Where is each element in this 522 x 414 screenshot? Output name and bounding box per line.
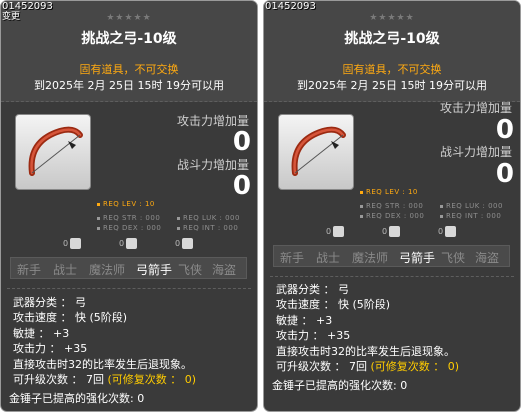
attack-speed: 攻击速度 ： 快 (5阶段) xyxy=(13,311,128,325)
item-stats: 武器分类 ： 弓 攻击速度 ： 快 (5阶段) 敏捷 ： +3 攻击力 ： +3… xyxy=(13,295,196,387)
job-icon-2: 0 xyxy=(119,238,138,249)
bow-icon xyxy=(291,126,346,176)
job-glyph-icon xyxy=(333,226,345,237)
class-beginner: 新手 xyxy=(280,251,305,265)
req-level: REQ LEV : 10 xyxy=(97,200,155,208)
req-luk: REQ LUK : 000 xyxy=(177,214,240,222)
job-glyph-icon xyxy=(126,238,138,249)
expiry-date: 到2025年 2月 25日 15时 19分可以用 xyxy=(34,79,224,92)
tooltip-header: 01452093 变更 ★★★★★ 挑战之弓-10级 固有道具，不可交换 到20… xyxy=(1,1,257,102)
bow-icon xyxy=(28,126,83,176)
enhance-count: 金锤子已提高的强化次数: 0 xyxy=(9,392,145,405)
class-bowman: 弓箭手 xyxy=(136,263,173,277)
attack-stat: 攻击力 ： +35 xyxy=(276,329,351,343)
weapon-type: 武器分类 ： 弓 xyxy=(13,296,86,309)
class-pirate: 海盗 xyxy=(212,263,237,277)
item-tooltip-right: 01452093 ★★★★★ 挑战之弓-10级 固有道具，不可交换 到2025年… xyxy=(263,0,521,412)
class-thief: 飞侠 xyxy=(441,251,466,265)
req-luk: REQ LUK : 000 xyxy=(440,202,503,210)
job-glyph-icon xyxy=(182,238,194,249)
req-dex: REQ DEX : 000 xyxy=(97,224,161,232)
tooltip-header: 01452093 ★★★★★ 挑战之弓-10级 固有道具，不可交换 到2025年… xyxy=(264,1,520,102)
class-requirement-bar: 新手 战士 魔法师 弓箭手 飞侠 海盗 xyxy=(273,245,510,267)
item-tooltip-left: 01452093 变更 ★★★★★ 挑战之弓-10级 固有道具，不可交换 到20… xyxy=(0,0,258,412)
class-beginner: 新手 xyxy=(17,263,42,277)
req-int: REQ INT : 000 xyxy=(440,212,501,220)
req-str: REQ STR : 000 xyxy=(97,214,160,222)
job-icon-2: 0 xyxy=(382,226,401,237)
attack-increase-value: 0 xyxy=(232,127,251,157)
item-title: 挑战之弓-10级 xyxy=(81,31,177,47)
weapon-type: 武器分类 ： 弓 xyxy=(276,283,349,296)
attack-stat: 攻击力 ： +35 xyxy=(13,342,88,356)
item-icon-frame xyxy=(15,114,91,190)
req-int: REQ INT : 000 xyxy=(177,224,238,232)
section-divider xyxy=(7,288,251,289)
battle-increase-label: 战斗力增加量 xyxy=(439,145,512,159)
attack-speed: 攻击速度 ： 快 (5阶段) xyxy=(276,298,391,312)
knockback-note: 直接攻击时32的比率发生后退现象。 xyxy=(276,344,455,358)
knockback-note: 直接攻击时32的比率发生后退现象。 xyxy=(13,357,192,371)
star-rating: ★★★★★ xyxy=(369,13,415,23)
item-id: 01452093 xyxy=(265,1,316,12)
class-warrior: 战士 xyxy=(53,263,78,277)
job-glyph-icon xyxy=(445,226,457,237)
job-glyph-icon xyxy=(70,238,82,249)
req-str: REQ STR : 000 xyxy=(360,202,423,210)
class-magician: 魔法师 xyxy=(352,251,389,265)
battle-increase-value: 0 xyxy=(495,159,514,189)
enhance-count: 金锤子已提高的强化次数: 0 xyxy=(272,379,408,392)
untradeable-notice: 固有道具，不可交换 xyxy=(342,63,442,76)
job-icon-row: 0 0 0 xyxy=(59,238,239,252)
attack-increase-value: 0 xyxy=(495,115,514,145)
class-pirate: 海盗 xyxy=(475,251,500,265)
item-title: 挑战之弓-10级 xyxy=(344,31,440,47)
job-icon-3: 0 xyxy=(175,238,194,249)
job-icon-1: 0 xyxy=(63,238,82,249)
class-thief: 飞侠 xyxy=(178,263,203,277)
job-icon-3: 0 xyxy=(438,226,457,237)
agility-stat: 敏捷 ： +3 xyxy=(276,313,333,327)
attack-increase-label: 攻击力增加量 xyxy=(439,101,512,115)
class-magician: 魔法师 xyxy=(89,263,126,277)
class-requirement-bar: 新手 战士 魔法师 弓箭手 飞侠 海盗 xyxy=(10,257,247,279)
section-divider xyxy=(270,276,514,277)
star-rating: ★★★★★ xyxy=(106,13,152,23)
untradeable-notice: 固有道具，不可交换 xyxy=(79,63,179,76)
item-icon-frame xyxy=(278,114,354,190)
class-warrior: 战士 xyxy=(316,251,341,265)
expiry-date: 到2025年 2月 25日 15时 19分可以用 xyxy=(297,79,487,92)
upgrade-slots: 可升级次数 ： 7回 (可修复次数 ： 0) xyxy=(13,373,197,387)
item-stats: 武器分类 ： 弓 攻击速度 ： 快 (5阶段) 敏捷 ： +3 攻击力 ： +3… xyxy=(276,282,459,374)
item-id: 01452093 xyxy=(2,1,53,12)
upgrade-slots: 可升级次数 ： 7回 (可修复次数 ： 0) xyxy=(276,360,460,374)
job-glyph-icon xyxy=(389,226,401,237)
req-dex: REQ DEX : 000 xyxy=(360,212,424,220)
job-icon-row: 0 0 0 xyxy=(322,226,502,240)
class-bowman: 弓箭手 xyxy=(399,251,436,265)
req-level: REQ LEV : 10 xyxy=(360,188,418,196)
agility-stat: 敏捷 ： +3 xyxy=(13,326,70,340)
job-icon-1: 0 xyxy=(326,226,345,237)
battle-increase-value: 0 xyxy=(232,171,251,201)
